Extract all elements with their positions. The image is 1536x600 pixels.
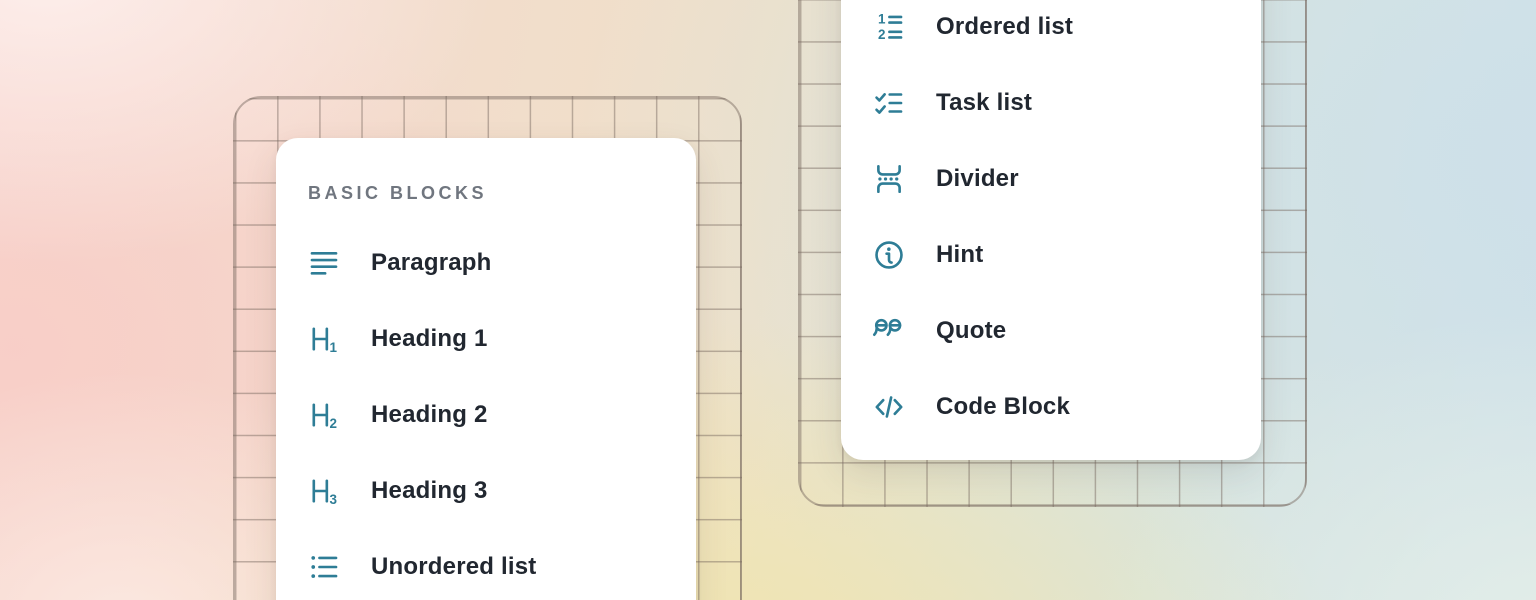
- unordered-list-icon: [307, 550, 341, 584]
- menu-item-label: Quote: [936, 317, 1006, 345]
- menu-item-code-block[interactable]: Code Block: [841, 383, 1255, 431]
- basic-blocks-menu: BASIC BLOCKS Paragraph 1 Heading 1 2: [276, 138, 696, 600]
- quote-icon: [872, 314, 906, 348]
- menu-item-label: Ordered list: [936, 13, 1073, 41]
- menu-item-label: Task list: [936, 89, 1032, 117]
- svg-text:1: 1: [330, 340, 338, 355]
- heading-3-icon: 3: [307, 474, 341, 508]
- heading-2-icon: 2: [307, 398, 341, 432]
- menu-item-paragraph[interactable]: Paragraph: [276, 239, 690, 287]
- menu-item-label: Heading 1: [371, 325, 488, 353]
- hero-background: BASIC BLOCKS Paragraph 1 Heading 1 2: [0, 0, 1536, 600]
- menu-item-hint[interactable]: Hint: [841, 231, 1255, 279]
- menu-item-heading-3[interactable]: 3 Heading 3: [276, 467, 690, 515]
- svg-text:1: 1: [878, 11, 886, 26]
- svg-text:2: 2: [878, 27, 885, 42]
- blocks-menu-continued: 1 2 Ordered list Task list: [841, 0, 1261, 460]
- menu-item-heading-1[interactable]: 1 Heading 1: [276, 315, 690, 363]
- heading-1-icon: 1: [307, 322, 341, 356]
- menu-item-label: Hint: [936, 241, 983, 269]
- section-label: BASIC BLOCKS: [308, 180, 487, 206]
- menu-item-ordered-list[interactable]: 1 2 Ordered list: [841, 3, 1255, 51]
- divider-icon: [872, 162, 906, 196]
- menu-item-task-list[interactable]: Task list: [841, 79, 1255, 127]
- hint-icon: [872, 238, 906, 272]
- menu-item-divider[interactable]: Divider: [841, 155, 1255, 203]
- menu-item-label: Heading 2: [371, 401, 488, 429]
- menu-item-label: Paragraph: [371, 249, 492, 277]
- menu-item-label: Heading 3: [371, 477, 488, 505]
- menu-item-unordered-list[interactable]: Unordered list: [276, 543, 690, 591]
- menu-item-label: Unordered list: [371, 553, 537, 581]
- ordered-list-icon: 1 2: [872, 10, 906, 44]
- menu-item-label: Divider: [936, 165, 1019, 193]
- menu-item-quote[interactable]: Quote: [841, 307, 1255, 355]
- svg-text:2: 2: [330, 416, 337, 431]
- menu-item-heading-2[interactable]: 2 Heading 2: [276, 391, 690, 439]
- menu-item-label: Code Block: [936, 393, 1070, 421]
- code-block-icon: [872, 390, 906, 424]
- svg-text:3: 3: [330, 492, 337, 507]
- paragraph-icon: [307, 246, 341, 280]
- task-list-icon: [872, 86, 906, 120]
